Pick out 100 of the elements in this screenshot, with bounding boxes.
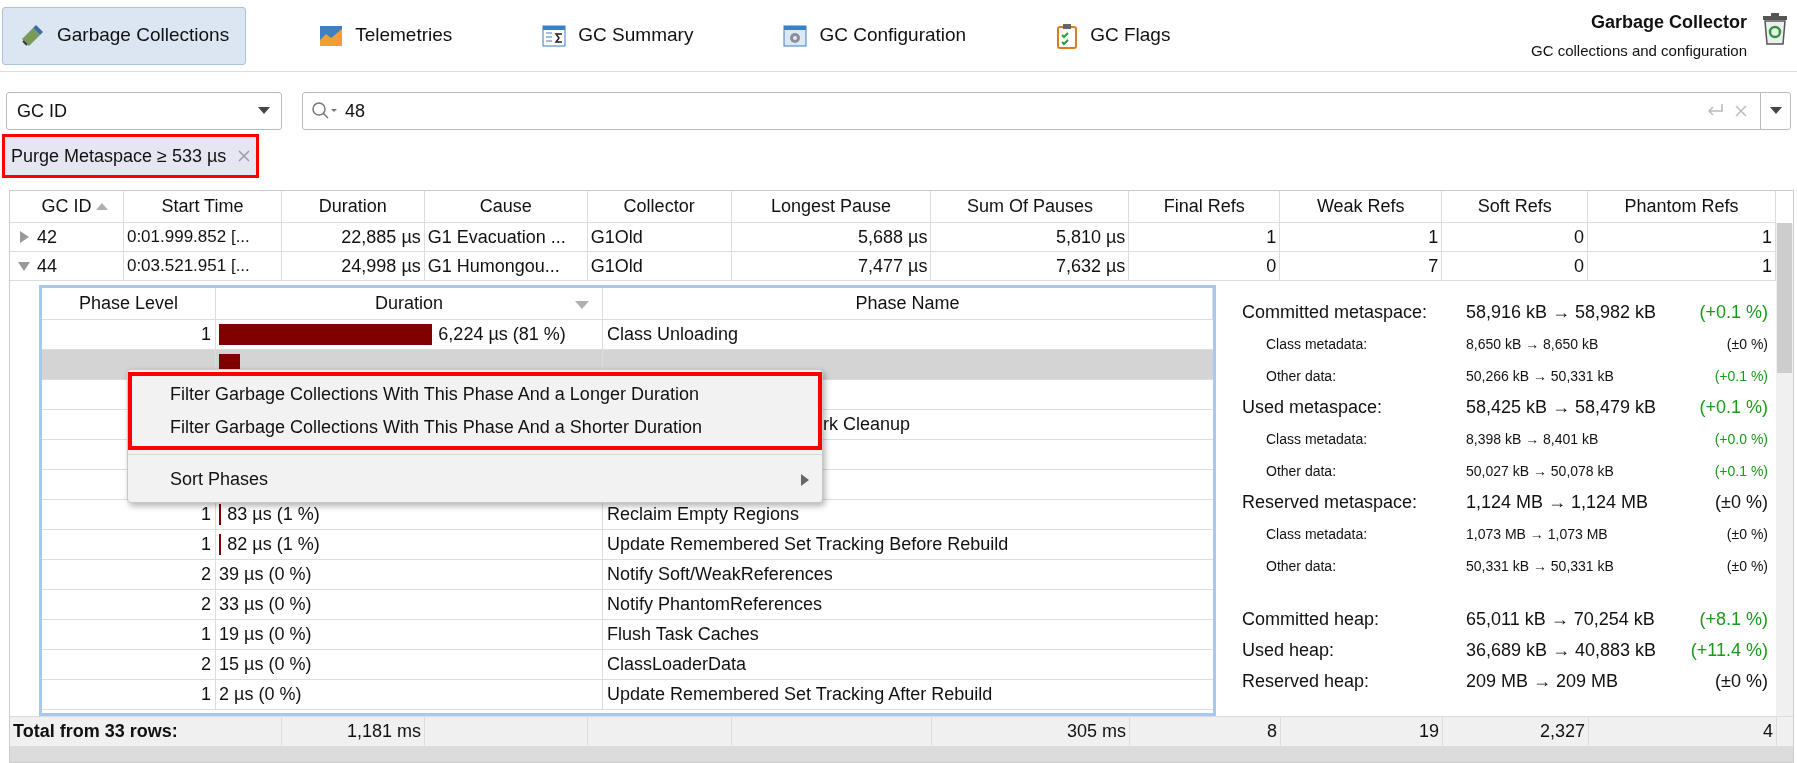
- stat-change: (+11.4 %): [1690, 639, 1768, 662]
- table-cell: 1: [42, 530, 216, 559]
- stat-value: 50,027 kB → 50,078 kB: [1466, 461, 1614, 481]
- caret-icon: [1768, 106, 1783, 116]
- table-cell: 2: [42, 590, 216, 619]
- stat-value: 36,689 kB → 40,883 kB: [1466, 639, 1657, 662]
- table-row[interactable]: 2 15 µs (0 %) ClassLoaderData: [42, 650, 1213, 680]
- toolbar-tab[interactable]: GC Summary: [525, 6, 711, 65]
- stat-label: Other data:: [1266, 556, 1338, 576]
- table-cell: 0: [1129, 252, 1281, 280]
- column-header[interactable]: Weak Refs: [1280, 191, 1443, 222]
- stat-value: 8,398 kB → 8,401 kB: [1466, 429, 1599, 449]
- menu-item[interactable]: Filter Garbage Collections With This Phase And a Longer Duration: [132, 378, 818, 411]
- table-cell-text: ClassLoaderData: [606, 653, 748, 676]
- table-cell: 1: [42, 620, 216, 649]
- table-row[interactable]: 2 39 µs (0 %) Notify Soft/WeakReferences: [42, 560, 1213, 590]
- stat-change: (+0.1 %): [1714, 461, 1768, 481]
- table-cell: G1 Humongou...: [424, 252, 588, 280]
- table-row[interactable]: 1 2 µs (0 %) Update Remembered Set Tracking After Rebuild: [42, 680, 1213, 710]
- table-cell: G1Old: [587, 252, 732, 280]
- stat-change: (±0 %): [1715, 491, 1768, 514]
- table-cell-text: 33 µs (0 %): [219, 593, 312, 616]
- table-row[interactable]: 1 6,224 µs (81 %) Class Unloading: [42, 320, 1213, 350]
- column-header[interactable]: Duration: [281, 191, 425, 222]
- toolbar-tab[interactable]: GC Configuration: [766, 6, 984, 65]
- table-cell: 0:01.999.852 [...: [123, 223, 282, 251]
- table-cell: 2: [42, 560, 216, 589]
- column-dropdown[interactable]: GC ID: [6, 92, 282, 130]
- column-header[interactable]: GC ID: [10, 191, 124, 222]
- table-cell-text: Update Remembered Set Tracking After Rebuild: [606, 683, 994, 706]
- column-header[interactable]: Cause: [424, 191, 588, 222]
- column-header[interactable]: Longest Pause: [731, 191, 932, 222]
- filter-chip[interactable]: Purge Metaspace ≥ 533 µs: [5, 137, 257, 175]
- total-value: 8: [1267, 720, 1277, 743]
- table-cell-text: 2 µs (0 %): [219, 683, 302, 706]
- collapse-icon[interactable]: [17, 259, 31, 273]
- table-cell: 1: [42, 320, 216, 349]
- stat-label: Committed heap:: [1242, 608, 1381, 631]
- page-title: Garbage Collector: [1590, 10, 1747, 34]
- stat-change: (+0.0 %): [1714, 429, 1768, 449]
- horizontal-scrollbar[interactable]: [10, 746, 1793, 762]
- stat-change: (±0 %): [1726, 334, 1768, 354]
- toolbar-tab[interactable]: Garbage Collections: [2, 6, 247, 65]
- stat-change: (+0.1 %): [1699, 396, 1768, 419]
- table-cell-text: Update Remembered Set Tracking Before Rebuild: [606, 533, 1010, 556]
- stat-value: 50,266 kB → 50,331 kB: [1466, 366, 1614, 386]
- column-header[interactable]: Soft Refs: [1442, 191, 1589, 222]
- table-cell: G1 Evacuation ...: [424, 223, 588, 251]
- table-cell-text: rk Cleanup: [823, 413, 911, 436]
- totals-label: Total from 33 rows:: [13, 720, 178, 743]
- table-cell: 24,998 µs: [281, 252, 425, 280]
- menu-item[interactable]: Filter Garbage Collections With This Phase And a Shorter Duration: [132, 411, 818, 444]
- stat-label: Committed metaspace:: [1242, 301, 1429, 324]
- expand-icon[interactable]: [17, 230, 31, 244]
- stat-label: Class metadata:: [1266, 524, 1369, 544]
- table-row[interactable]: 1 19 µs (0 %) Flush Task Caches: [42, 620, 1213, 650]
- column-header[interactable]: Start Time: [123, 191, 282, 222]
- table-cell: 7,632 µs: [931, 252, 1130, 280]
- stat-change: (+8.1 %): [1699, 608, 1768, 631]
- table-cell: 1: [42, 680, 216, 709]
- table-cell: 5,810 µs: [931, 223, 1130, 251]
- stat-value: 65,011 kB → 70,254 kB: [1466, 608, 1655, 631]
- toolbar-tab[interactable]: Telemetries: [302, 6, 470, 65]
- table-cell: 0: [1442, 223, 1589, 251]
- clear-icon[interactable]: [1734, 104, 1748, 118]
- close-icon[interactable]: [238, 150, 251, 162]
- caret-icon: [257, 106, 271, 116]
- table-cell: 2: [42, 650, 216, 679]
- table-cell-text: 6,224 µs (81 %): [438, 323, 566, 346]
- column-header[interactable]: Phase Name: [603, 288, 1213, 319]
- table-cell: G1Old: [587, 223, 732, 251]
- search-input[interactable]: 48: [341, 97, 1704, 125]
- table-cell: 0:03.521.951 [...: [123, 252, 282, 280]
- stat-value: 209 MB → 209 MB: [1466, 670, 1619, 693]
- column-header[interactable]: Phase Level: [42, 288, 216, 319]
- vertical-scrollbar[interactable]: [1776, 223, 1793, 716]
- total-value: 305 ms: [1066, 720, 1126, 743]
- column-header[interactable]: Duration: [216, 288, 603, 319]
- trash-icon[interactable]: [1761, 12, 1789, 45]
- column-header[interactable]: Sum Of Pauses: [931, 191, 1130, 222]
- column-header[interactable]: Final Refs: [1129, 191, 1281, 222]
- stat-label: Class metadata:: [1266, 334, 1369, 354]
- stat-change: (+0.1 %): [1714, 366, 1768, 386]
- table-cell: 1: [1129, 223, 1281, 251]
- table-row[interactable]: 1 83 µs (1 %) Reclaim Empty Regions: [42, 500, 1213, 530]
- table-cell: 44: [10, 252, 124, 280]
- table-cell: 1: [1280, 223, 1443, 251]
- total-value: 19: [1418, 720, 1439, 743]
- table-row[interactable]: 2 33 µs (0 %) Notify PhantomReferences: [42, 590, 1213, 620]
- stat-label: Used metaspace:: [1242, 396, 1384, 419]
- toolbar-tab[interactable]: GC Flags: [1039, 6, 1188, 65]
- column-header[interactable]: Phantom Refs: [1588, 191, 1776, 222]
- search-field[interactable]: 48: [302, 92, 1791, 130]
- menu-item[interactable]: Sort Phases: [132, 463, 818, 496]
- page-subtitle: GC collections and configuration: [1531, 40, 1747, 61]
- column-header[interactable]: Collector: [587, 191, 732, 222]
- stat-label: Class metadata:: [1266, 429, 1369, 449]
- table-row[interactable]: 1 82 µs (1 %) Update Remembered Set Tracking Before Rebuild: [42, 530, 1213, 560]
- table-cell-text: Notify PhantomReferences: [606, 593, 824, 616]
- stat-label: Other data:: [1266, 461, 1338, 481]
